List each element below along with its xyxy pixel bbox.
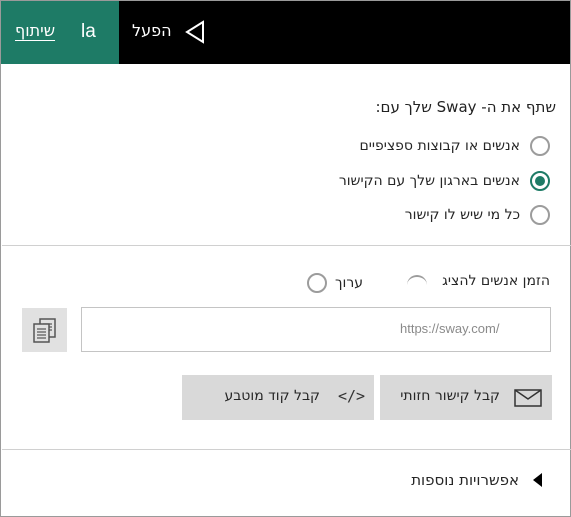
more-options-label: אפשרויות נוספות (411, 471, 519, 489)
option-organization[interactable]: אנשים בארגון שלך עם הקישור (339, 169, 550, 193)
copy-link-button[interactable] (22, 308, 67, 352)
option-edit[interactable]: ערוך (307, 273, 363, 293)
visual-link-button-label: קבל קישור חזותי (400, 388, 500, 404)
radio-view[interactable] (407, 275, 427, 285)
share-link-text: https://sway.com/ (400, 321, 500, 336)
caret-left-icon (533, 473, 542, 487)
share-with-title: שתף את ה- Sway שלך עם: (375, 98, 557, 116)
edit-label: ערוך (335, 275, 363, 291)
top-bar: שיתוף la הפעל (1, 1, 570, 64)
share-tab[interactable]: שיתוף la (1, 1, 119, 64)
user-initials: la (81, 21, 96, 42)
radio-anyone-with-link[interactable] (530, 205, 550, 225)
embed-button-label: קבל קוד מוטבע (224, 388, 320, 404)
radio-specific-people[interactable] (530, 136, 550, 156)
option-specific-people[interactable]: אנשים או קבוצות ספציפיים (359, 134, 550, 158)
invite-to-view-label: הזמן אנשים להציג (442, 273, 550, 289)
radio-edit[interactable] (307, 273, 327, 293)
divider (2, 449, 571, 450)
radio-organization[interactable] (530, 171, 550, 191)
copy-icon (33, 318, 56, 343)
option-label: אנשים או קבוצות ספציפיים (359, 138, 520, 154)
play-icon[interactable] (185, 20, 205, 44)
mail-icon (514, 389, 542, 407)
more-options-toggle[interactable]: אפשרויות נוספות (411, 471, 542, 489)
option-label: כל מי שיש לו קישור (404, 207, 520, 223)
share-link-field[interactable]: https://sway.com/ (81, 307, 551, 352)
get-embed-code-button[interactable]: </> קבל קוד מוטבע (182, 375, 374, 420)
option-anyone-with-link[interactable]: כל מי שיש לו קישור (405, 203, 550, 227)
divider (2, 245, 571, 246)
share-panel: שיתוף la הפעל שתף את ה- Sway שלך עם: אנש… (0, 0, 571, 517)
code-icon: </> (338, 387, 366, 405)
get-visual-link-button[interactable]: קבל קישור חזותי (380, 375, 552, 420)
option-label: אנשים בארגון שלך עם הקישור (338, 173, 520, 189)
share-tab-label: שיתוף (15, 21, 56, 40)
play-button-label[interactable]: הפעל (132, 21, 172, 40)
